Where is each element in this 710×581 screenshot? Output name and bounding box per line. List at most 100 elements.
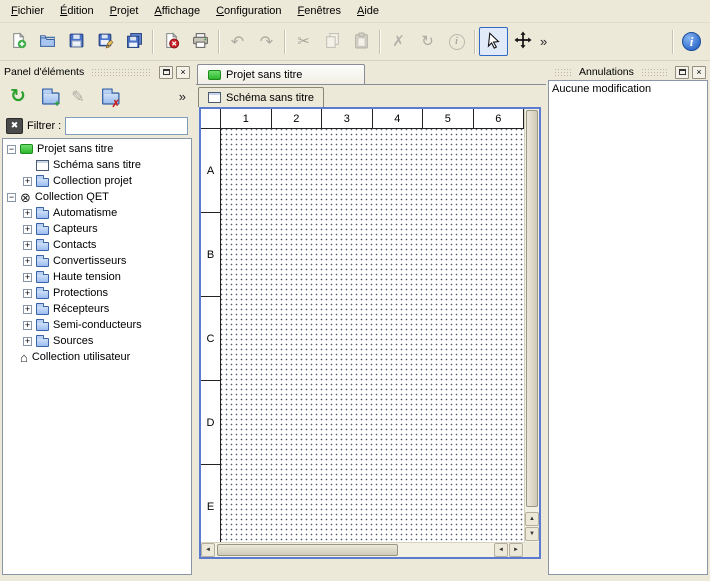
scroll-down-button[interactable]: ▼ <box>525 527 539 541</box>
save-as-button[interactable] <box>91 27 120 56</box>
tab-schema[interactable]: Schéma sans titre <box>198 87 324 107</box>
menu-configuration[interactable]: Configuration <box>208 0 289 22</box>
menu-edition[interactable]: Édition <box>52 0 102 22</box>
vertical-scrollbar-thumb[interactable] <box>526 110 538 507</box>
expand-expander-icon[interactable]: + <box>23 305 32 314</box>
tree-item-label: Récepteurs <box>53 303 109 315</box>
row-header: E <box>201 465 220 542</box>
vertical-scrollbar[interactable]: ▲ ▼ <box>524 109 539 542</box>
expand-expander-icon[interactable]: + <box>23 337 32 346</box>
move-mode-button[interactable] <box>508 27 537 56</box>
expand-expander-icon[interactable]: + <box>23 177 32 186</box>
expand-expander-icon[interactable]: + <box>23 257 32 266</box>
horizontal-scrollbar-thumb[interactable] <box>217 544 398 556</box>
copy-button[interactable] <box>318 27 347 56</box>
element-info-button[interactable]: i <box>442 27 471 56</box>
tree-item-label: Haute tension <box>53 271 121 283</box>
clear-filter-icon: ✖ <box>11 121 19 130</box>
tree-item-capteurs[interactable]: + Capteurs <box>3 221 191 237</box>
about-info-button[interactable]: i <box>677 27 706 56</box>
tab-project[interactable]: Projet sans titre <box>197 64 365 84</box>
tree-item-semi-conducteurs[interactable]: + Semi-conducteurs <box>3 317 191 333</box>
redo-button[interactable]: ↷ <box>252 27 281 56</box>
plus-badge-icon: + <box>54 100 60 110</box>
expand-expander-icon[interactable]: + <box>23 321 32 330</box>
delete-element-button[interactable]: ✗ <box>95 84 121 110</box>
new-document-button[interactable] <box>4 27 33 56</box>
undo-panel-header[interactable]: Annulations × <box>548 64 708 80</box>
paste-button[interactable] <box>347 27 376 56</box>
row-header: D <box>201 381 220 465</box>
tree-item-project[interactable]: − Projet sans titre <box>3 141 191 157</box>
float-icon <box>679 69 686 75</box>
expand-expander-icon[interactable]: + <box>23 225 32 234</box>
menu-fenetres[interactable]: Fenêtres <box>290 0 349 22</box>
folder-icon <box>36 178 49 187</box>
schema-tab-label: Schéma sans titre <box>226 92 314 104</box>
menu-affichage[interactable]: Affichage <box>146 0 208 22</box>
undo-history-list[interactable]: Aucune modification <box>548 80 708 575</box>
tree-item-protections[interactable]: + Protections <box>3 285 191 301</box>
tree-item-recepteurs[interactable]: + Récepteurs <box>3 301 191 317</box>
tree-item-label: Convertisseurs <box>53 255 126 267</box>
dock-drag-handle[interactable] <box>554 68 572 76</box>
reload-collections-button[interactable]: ↻ <box>5 84 31 110</box>
folder-icon <box>36 226 49 235</box>
tree-item-sources[interactable]: + Sources <box>3 333 191 349</box>
panel-overflow-chevron[interactable]: » <box>176 89 189 104</box>
open-project-button[interactable] <box>33 27 62 56</box>
tree-item-schema[interactable]: Schéma sans titre <box>3 157 191 173</box>
collapse-expander-icon[interactable]: − <box>7 145 16 154</box>
close-icon: × <box>696 68 701 77</box>
expand-expander-icon[interactable]: + <box>23 289 32 298</box>
close-panel-button[interactable]: × <box>692 66 706 79</box>
save-button[interactable] <box>62 27 91 56</box>
dock-drag-handle[interactable] <box>91 68 152 76</box>
dock-drag-handle[interactable] <box>641 68 668 76</box>
new-element-button[interactable]: + <box>35 84 61 110</box>
select-mode-button[interactable] <box>479 27 508 56</box>
menu-projet[interactable]: Projet <box>102 0 147 22</box>
tree-item-collection-qet[interactable]: − ⊗ Collection QET <box>3 189 191 205</box>
toolbar-separator <box>672 30 674 54</box>
float-icon <box>163 69 170 75</box>
new-document-icon <box>10 32 27 52</box>
scroll-up-button[interactable]: ▲ <box>525 512 539 526</box>
print-button[interactable] <box>186 27 215 56</box>
tree-item-collection-utilisateur[interactable]: ⌂ Collection utilisateur <box>3 349 191 365</box>
close-file-button[interactable] <box>157 27 186 56</box>
rotate-button[interactable]: ↻ <box>413 27 442 56</box>
toolbar-separator <box>218 30 220 54</box>
collapse-expander-icon[interactable]: − <box>7 193 16 202</box>
delete-button[interactable]: ✗ <box>384 27 413 56</box>
toolbar-overflow-chevron[interactable]: » <box>537 34 550 49</box>
save-all-button[interactable] <box>120 27 149 56</box>
schema-canvas[interactable] <box>221 129 524 542</box>
scroll-right-button[interactable]: ► <box>509 543 523 557</box>
expand-expander-icon[interactable]: + <box>23 241 32 250</box>
tree-item-contacts[interactable]: + Contacts <box>3 237 191 253</box>
tree-item-haute-tension[interactable]: + Haute tension <box>3 269 191 285</box>
close-panel-button[interactable]: × <box>176 66 190 79</box>
tree-item-collection-projet[interactable]: + Collection projet <box>3 173 191 189</box>
tree-item-convertisseurs[interactable]: + Convertisseurs <box>3 253 191 269</box>
scroll-left-button[interactable]: ◄ <box>494 543 508 557</box>
float-panel-button[interactable] <box>159 66 173 79</box>
elements-panel-header[interactable]: Panel d'éléments × <box>2 64 192 80</box>
menu-fichier[interactable]: Fichier <box>3 0 52 22</box>
menu-aide[interactable]: Aide <box>349 0 387 22</box>
undo-empty-message: Aucune modification <box>552 83 704 95</box>
expand-expander-icon[interactable]: + <box>23 273 32 282</box>
scroll-left-button[interactable]: ◄ <box>201 543 215 557</box>
clear-filter-button[interactable]: ✖ <box>6 118 23 134</box>
filter-input[interactable] <box>65 117 188 135</box>
expand-expander-icon[interactable]: + <box>23 209 32 218</box>
right-arrow-icon: ► <box>513 547 519 553</box>
cut-button[interactable]: ✂ <box>289 27 318 56</box>
edit-element-button[interactable]: ✎ <box>65 84 91 110</box>
float-panel-button[interactable] <box>675 66 689 79</box>
tree-item-automatisme[interactable]: + Automatisme <box>3 205 191 221</box>
undo-button[interactable]: ↶ <box>223 27 252 56</box>
print-icon <box>192 32 209 52</box>
horizontal-scrollbar[interactable]: ◄ ◄ ► <box>201 542 524 557</box>
